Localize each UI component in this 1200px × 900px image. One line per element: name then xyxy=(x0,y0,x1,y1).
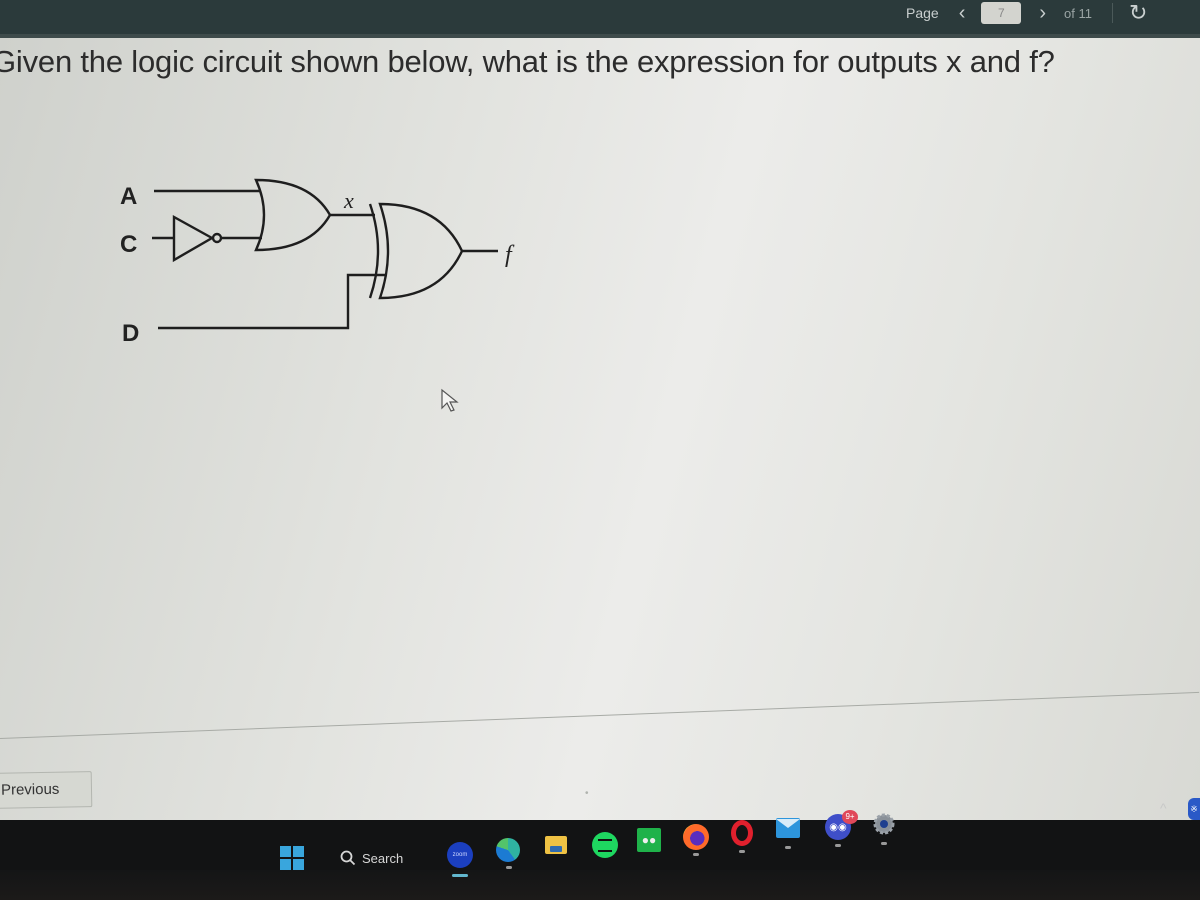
logic-circuit-diagram: A C D x f xyxy=(120,178,515,347)
bluetooth-icon[interactable]: ※ xyxy=(1188,798,1200,820)
xor-gate-extra-arc xyxy=(368,203,380,299)
xor-gate xyxy=(378,202,464,300)
settings-running-indicator xyxy=(881,842,887,845)
chevron-left-icon[interactable]: ‹ xyxy=(959,2,966,25)
chevron-up-icon[interactable]: ^ xyxy=(1160,800,1167,816)
label-a: A xyxy=(120,183,137,210)
page-number-input[interactable] xyxy=(981,2,1022,24)
toolbar-divider xyxy=(1112,3,1113,23)
wechat-icon[interactable]: ●● xyxy=(637,828,661,852)
question-text: Given the logic circuit shown below, wha… xyxy=(0,44,1055,79)
label-c: C xyxy=(120,231,137,258)
previous-button[interactable]: Previous xyxy=(0,771,93,809)
search-label: Search xyxy=(362,850,404,866)
search-icon xyxy=(340,850,356,866)
mail-running-indicator xyxy=(785,846,791,849)
opera-running-indicator xyxy=(739,850,745,853)
zoom-active-indicator xyxy=(452,874,468,877)
folder-icon[interactable] xyxy=(545,836,567,854)
not-bubble xyxy=(211,232,223,244)
discord-running-indicator xyxy=(835,844,841,847)
edge-running-indicator xyxy=(506,866,512,869)
decorative-mark: • xyxy=(585,788,589,799)
page-navigator: Page ‹ › of 11 ↻ xyxy=(900,0,1147,26)
not-gate xyxy=(172,214,215,263)
chevron-right-icon[interactable]: › xyxy=(1039,2,1046,25)
windows-start-icon[interactable] xyxy=(280,846,304,870)
discord-notification-badge: 9+ xyxy=(842,810,858,824)
label-d: D xyxy=(122,320,139,347)
document-toolbar: Page ‹ › of 11 ↻ xyxy=(0,0,1200,38)
refresh-icon[interactable]: ↻ xyxy=(1129,0,1147,26)
zoom-icon[interactable]: zoom xyxy=(447,842,473,868)
spotify-icon[interactable] xyxy=(592,832,618,858)
opera-icon[interactable] xyxy=(731,820,753,846)
firefox-running-indicator xyxy=(693,853,699,856)
document-page: Given the logic circuit shown below, wha… xyxy=(0,38,1200,820)
total-pages: of 11 xyxy=(1064,5,1092,21)
bezel xyxy=(0,870,1200,900)
zoom-icon-text: zoom xyxy=(452,852,468,858)
firefox-icon[interactable] xyxy=(683,824,709,850)
settings-icon[interactable] xyxy=(872,812,896,836)
mail-icon[interactable] xyxy=(776,818,800,838)
label-f: f xyxy=(505,242,515,268)
wire-d xyxy=(158,273,385,330)
label-x: x xyxy=(343,188,354,213)
mouse-cursor-icon xyxy=(441,388,459,412)
page-label: Page xyxy=(906,5,939,21)
taskbar-search-button[interactable]: Search xyxy=(340,846,403,870)
page-divider xyxy=(0,691,1200,739)
or-gate xyxy=(254,178,332,252)
edge-icon[interactable] xyxy=(496,838,520,862)
